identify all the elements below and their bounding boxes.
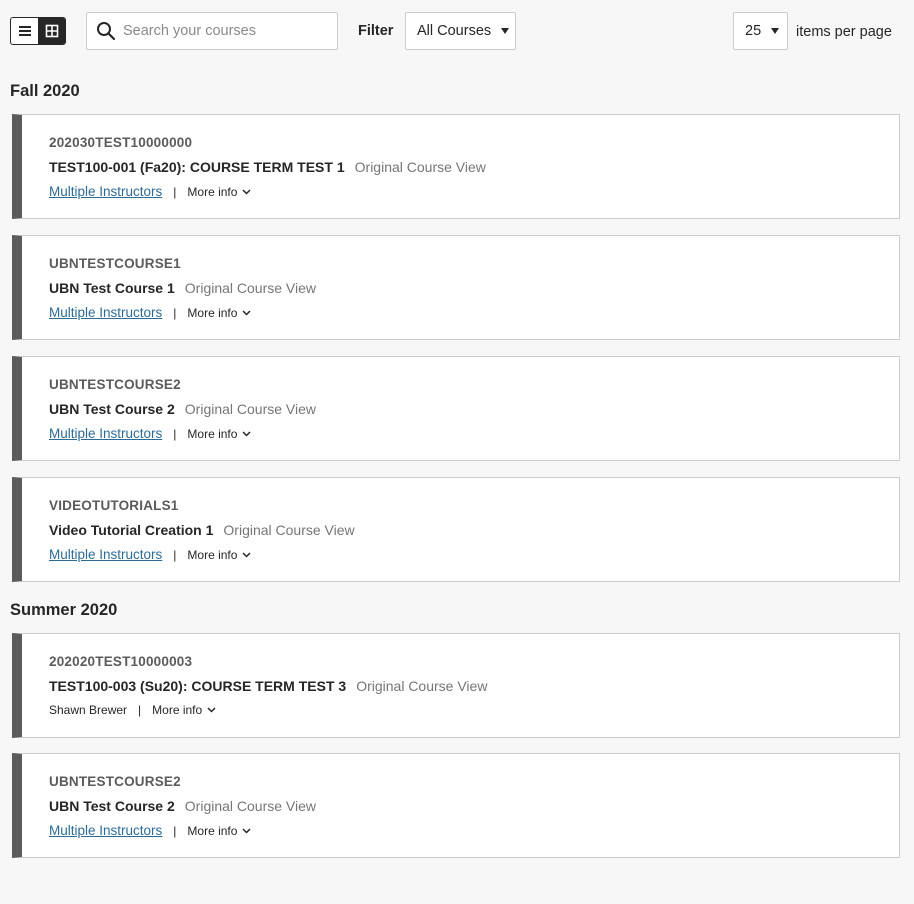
view-toggle xyxy=(10,17,66,45)
term-heading: Summer 2020 xyxy=(10,601,118,619)
course-card[interactable]: UBNTESTCOURSE1 UBN Test Course 1 Original… xyxy=(12,235,900,340)
course-card[interactable]: UBNTESTCOURSE2 UBN Test Course 2 Original… xyxy=(12,356,900,461)
filter-select[interactable]: All Courses xyxy=(405,12,516,50)
course-card[interactable]: VIDEOTUTORIALS1 Video Tutorial Creation … xyxy=(12,477,900,582)
instructors-link[interactable]: Multiple Instructors xyxy=(49,547,162,562)
more-info-button[interactable]: More info xyxy=(187,427,251,441)
caret-down-icon xyxy=(501,28,510,34)
course-id: 202030TEST10000000 xyxy=(49,135,193,150)
separator: | xyxy=(173,184,177,199)
filter-label: Filter xyxy=(358,23,394,39)
more-info-button[interactable]: More info xyxy=(187,824,251,838)
course-id: 202020TEST10000003 xyxy=(49,654,193,669)
search-box xyxy=(86,12,338,50)
grid-view-button[interactable] xyxy=(38,18,65,44)
list-view-button[interactable] xyxy=(11,18,38,44)
items-per-page-value: 25 xyxy=(745,23,762,39)
course-card[interactable]: UBNTESTCOURSE2 UBN Test Course 2 Original… xyxy=(12,753,900,858)
course-view-label: Original Course View xyxy=(354,159,486,175)
course-view-label: Original Course View xyxy=(184,280,317,296)
instructors-link[interactable]: Multiple Instructors xyxy=(49,305,162,320)
caret-down-icon xyxy=(771,28,780,34)
instructor-name: Shawn Brewer xyxy=(49,703,128,717)
chevron-down-icon xyxy=(242,309,251,316)
separator: | xyxy=(173,823,177,838)
chevron-down-icon xyxy=(242,188,251,195)
course-card[interactable]: 202020TEST10000003 TEST100-003 (Su20): C… xyxy=(12,633,900,738)
term-heading: Fall 2020 xyxy=(10,82,80,100)
course-title-link[interactable]: Video Tutorial Creation 1 xyxy=(49,522,213,538)
separator: | xyxy=(173,547,177,562)
items-per-page-label: items per page xyxy=(796,24,892,40)
course-title-link[interactable]: TEST100-001 (Fa20): COURSE TERM TEST 1 xyxy=(49,159,345,175)
course-view-label: Original Course View xyxy=(356,678,488,694)
items-per-page-select[interactable]: 25 xyxy=(733,12,788,50)
course-id: UBNTESTCOURSE2 xyxy=(49,774,181,789)
chevron-down-icon xyxy=(207,707,216,713)
list-icon xyxy=(18,26,31,36)
separator: | xyxy=(138,703,142,717)
course-title-link[interactable]: UBN Test Course 2 xyxy=(49,401,175,417)
course-view-label: Original Course View xyxy=(184,798,317,814)
course-id: UBNTESTCOURSE1 xyxy=(49,256,181,271)
more-info-button[interactable]: More info xyxy=(187,548,251,562)
separator: | xyxy=(173,305,177,320)
separator: | xyxy=(173,426,177,441)
toolbar: Filter All Courses 25 items per page xyxy=(0,0,914,62)
instructors-link[interactable]: Multiple Instructors xyxy=(49,823,162,838)
search-icon xyxy=(96,21,116,41)
more-info-label: More info xyxy=(187,184,238,199)
more-info-label: More info xyxy=(187,547,238,562)
course-view-label: Original Course View xyxy=(223,522,355,538)
course-title-link[interactable]: TEST100-003 (Su20): COURSE TERM TEST 3 xyxy=(49,678,346,694)
course-id: VIDEOTUTORIALS1 xyxy=(49,498,179,513)
course-card[interactable]: 202030TEST10000000 TEST100-001 (Fa20): C… xyxy=(12,114,900,219)
more-info-button[interactable]: More info xyxy=(187,306,251,320)
search-input[interactable] xyxy=(123,23,323,39)
course-id: UBNTESTCOURSE2 xyxy=(49,377,181,392)
chevron-down-icon xyxy=(242,827,251,834)
more-info-label: More info xyxy=(152,703,203,717)
instructors-link[interactable]: Multiple Instructors xyxy=(49,426,162,441)
instructors-link[interactable]: Multiple Instructors xyxy=(49,184,162,199)
more-info-button[interactable]: More info xyxy=(152,703,216,717)
more-info-label: More info xyxy=(187,823,238,838)
chevron-down-icon xyxy=(242,430,251,437)
course-title-link[interactable]: UBN Test Course 2 xyxy=(49,798,175,814)
chevron-down-icon xyxy=(242,551,251,558)
more-info-label: More info xyxy=(187,305,238,320)
more-info-label: More info xyxy=(187,426,238,441)
course-view-label: Original Course View xyxy=(184,401,317,417)
course-title-link[interactable]: UBN Test Course 1 xyxy=(49,280,175,296)
grid-icon xyxy=(45,24,58,38)
more-info-button[interactable]: More info xyxy=(187,185,251,199)
filter-value: All Courses xyxy=(417,23,492,39)
